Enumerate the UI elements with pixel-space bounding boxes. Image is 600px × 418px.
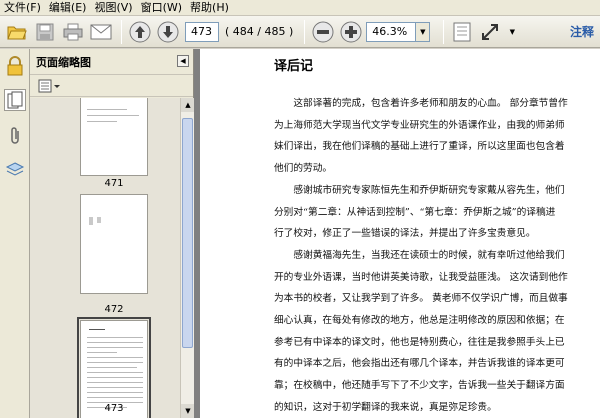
thumbnail-list[interactable]: 471 472 473 bbox=[30, 98, 180, 418]
zoom-dropdown-button[interactable]: ▼ bbox=[416, 21, 431, 42]
menu-view[interactable]: 视图(V) bbox=[92, 0, 138, 16]
chevron-down-icon: ▼ bbox=[420, 27, 426, 36]
thumbnail-label: 472 bbox=[104, 304, 124, 315]
print-icon bbox=[63, 23, 83, 40]
panel-title: 页面缩略图 bbox=[36, 55, 91, 69]
thumbnails-tab[interactable] bbox=[4, 89, 26, 111]
menu-edit[interactable]: 编辑(E) bbox=[47, 0, 93, 16]
next-page-button[interactable] bbox=[155, 19, 181, 45]
open-button[interactable] bbox=[4, 19, 30, 45]
text-line: 为本书的校者，又让我学到了许多。 黄老师不仅学识广博，而且做事 bbox=[274, 293, 568, 305]
text-line: 细心认真，在每处有修改的地方，他总是注明修改的原因和依据；在 bbox=[274, 315, 565, 326]
menu-file[interactable]: 文件(F) bbox=[2, 0, 47, 16]
text-line: 感谢黄福海先生，当我还在读硕士的时候，就有幸听过他给我们 bbox=[274, 249, 565, 261]
chevron-left-icon: ◀ bbox=[180, 57, 186, 65]
email-button[interactable] bbox=[88, 19, 114, 45]
save-icon bbox=[36, 23, 54, 40]
options-menu-icon[interactable] bbox=[38, 79, 60, 93]
attachments-tab[interactable] bbox=[4, 125, 26, 147]
text-line: 开的专业外语课，当时他讲英美诗歌，让我受益匪浅。 这次请到他作 bbox=[274, 271, 568, 283]
print-button[interactable] bbox=[60, 19, 86, 45]
text-line: 分别对“第二章：从神话到控制”、“第七章：乔伊斯之城”的译稿进 bbox=[274, 206, 556, 218]
menu-help[interactable]: 帮助(H) bbox=[188, 0, 235, 16]
text-line: 感谢城市研究专家陈恒先生和乔伊斯研究专家戴从容先生，他们 bbox=[274, 184, 565, 196]
text-line: 妹们译出，我在他们译稿的基础上进行了重译，所以这里面也包含着 bbox=[274, 141, 565, 153]
paperclip-icon bbox=[11, 127, 19, 144]
text-line: 参考已有中译本的译文时，他也是特别费心，往往是我参照手头上已 bbox=[274, 336, 565, 348]
document-page: 译后记 这部译著的完成，包含着许多老师和朋友的心血。 部分章节曾作 为上海师范大… bbox=[200, 49, 600, 418]
thumbnail-label: 473 bbox=[104, 403, 124, 414]
zoom-level-input[interactable]: 46.3% bbox=[366, 21, 417, 42]
page-number-input[interactable]: 473 bbox=[185, 21, 219, 42]
navigation-strip bbox=[0, 49, 30, 418]
thumbnails-panel: 页面缩略图 ◀ 471 472 473 ▲ ▼ bbox=[30, 49, 195, 418]
save-button[interactable] bbox=[32, 19, 58, 45]
annotate-button[interactable]: 注释 bbox=[570, 23, 594, 40]
scroll-down-arrow[interactable]: ▼ bbox=[181, 404, 195, 418]
zoom-out-button[interactable] bbox=[310, 19, 336, 45]
text-line: 行了校对，修正了一些错误的译法，并提出了许多宝贵意见。 bbox=[274, 228, 536, 240]
text-line: 的知识，这对于初学翻译的我来说，真是弥足珍贵。 bbox=[274, 401, 497, 413]
chevron-up-icon: ▲ bbox=[185, 101, 191, 109]
text-line: 这部译著的完成，包含着许多老师和朋友的心血。 部分章节曾作 bbox=[274, 98, 568, 109]
minus-circle-icon bbox=[312, 21, 334, 42]
menu-bar: 文件(F) 编辑(E) 视图(V) 窗口(W) 帮助(H) bbox=[0, 0, 600, 16]
panel-toolbar bbox=[30, 75, 193, 97]
toolbar-separator bbox=[121, 19, 122, 44]
page-count: ( 484 / 485 ) bbox=[225, 25, 294, 38]
envelope-icon bbox=[90, 24, 112, 39]
menu-window[interactable]: 窗口(W) bbox=[139, 0, 188, 16]
fit-page-icon bbox=[453, 22, 471, 41]
view-mode-dropdown[interactable]: ▼ bbox=[505, 22, 519, 42]
layers-tab[interactable] bbox=[4, 159, 26, 181]
expand-arrows-icon bbox=[482, 23, 499, 40]
fit-page-button[interactable] bbox=[449, 19, 475, 45]
chevron-down-icon: ▼ bbox=[185, 407, 191, 415]
toolbar-separator bbox=[304, 19, 306, 44]
open-folder-icon bbox=[7, 26, 27, 39]
arrow-down-circle-icon bbox=[157, 21, 179, 42]
layers-icon bbox=[5, 162, 25, 176]
chevron-down-icon: ▼ bbox=[509, 27, 515, 36]
security-lock-button[interactable] bbox=[4, 55, 26, 77]
previous-page-button[interactable] bbox=[127, 19, 153, 45]
full-screen-button[interactable] bbox=[477, 19, 503, 45]
thumbnail-label: 471 bbox=[104, 178, 124, 189]
text-line: 有的中译本之后，他会指出还有哪几个译本，并告诉我谁的译本更可 bbox=[274, 358, 565, 370]
scroll-up-arrow[interactable]: ▲ bbox=[181, 98, 195, 112]
thumbnail-page[interactable] bbox=[80, 98, 148, 176]
page-title: 译后记 bbox=[274, 59, 314, 74]
arrow-up-circle-icon bbox=[129, 21, 151, 42]
text-line: 为上海师范大学现当代文学专业研究生的外语课作业，由我的师弟师 bbox=[274, 119, 565, 131]
document-view[interactable]: 译后记 这部译著的完成，包含着许多老师和朋友的心血。 部分章节曾作 为上海师范大… bbox=[194, 49, 600, 418]
toolbar-separator bbox=[443, 19, 445, 44]
scrollbar-thumb[interactable] bbox=[182, 118, 193, 348]
collapse-panel-button[interactable]: ◀ bbox=[177, 55, 189, 67]
zoom-in-button[interactable] bbox=[338, 19, 364, 45]
thumbnail-page[interactable] bbox=[80, 194, 148, 294]
panel-header: 页面缩略图 ◀ bbox=[30, 49, 193, 75]
toolbar: 473 ( 484 / 485 ) 46.3% ▼ ▼ 注释 bbox=[0, 16, 600, 48]
plus-circle-icon bbox=[340, 21, 362, 42]
pages-icon bbox=[7, 91, 23, 109]
text-line: 他们的劳动。 bbox=[274, 163, 333, 175]
text-line: 靠；在校稿中，他还随手写下了不少文字，告诉我一些关于翻译方面 bbox=[274, 380, 565, 392]
thumbnail-scrollbar[interactable]: ▲ ▼ bbox=[180, 98, 195, 418]
lock-icon bbox=[7, 56, 23, 76]
